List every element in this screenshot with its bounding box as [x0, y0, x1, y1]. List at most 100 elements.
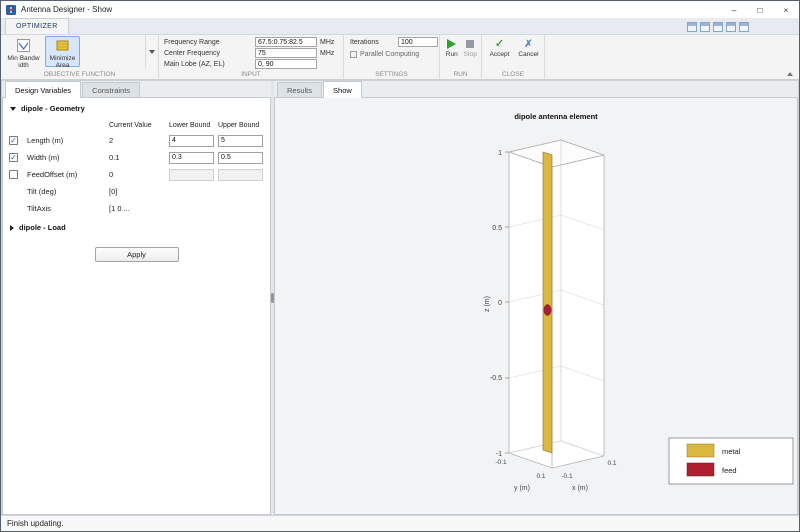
row-tilt: Tilt (deg) [0] [3, 183, 270, 200]
show-panel: Results Show dipole antenna element [274, 81, 798, 515]
close-section: ✓ Accept ✗ Cancel CLOSE [482, 35, 545, 79]
plot-title: dipole antenna element [514, 112, 598, 121]
tab-optimizer[interactable]: OPTIMIZER [5, 18, 69, 34]
legend-feed-swatch [687, 463, 714, 476]
min-bandwidth-icon [17, 39, 30, 54]
run-button[interactable]: Run [443, 37, 461, 67]
svg-text:-1: -1 [496, 451, 502, 458]
accept-button[interactable]: ✓ Accept [487, 37, 512, 67]
length-checkbox[interactable]: ✓ [9, 136, 18, 145]
input-section: Frequency Range MHz Center Frequency MHz… [159, 35, 344, 79]
tab-show[interactable]: Show [323, 81, 362, 98]
frequency-range-label: Frequency Range [164, 39, 252, 46]
length-name: Length (m) [27, 136, 105, 145]
run-icon [447, 39, 456, 49]
window-title: Antenna Designer - Show [21, 5, 112, 14]
parallel-computing-label: Parallel Computing [360, 51, 419, 58]
row-feedoffset: FeedOffset (m) 0 [3, 166, 270, 183]
tiltaxis-current: [1 0 ... [109, 204, 165, 213]
col-lower-bound: Lower Bound [169, 122, 214, 129]
chevron-down-icon [149, 50, 155, 54]
stop-button[interactable]: Stop [462, 37, 480, 67]
stop-icon [466, 40, 474, 48]
expand-section-icon [10, 225, 14, 231]
tab-constraints[interactable]: Constraints [82, 82, 140, 97]
minimize-window-button[interactable]: – [721, 1, 747, 18]
maximize-window-button[interactable]: □ [747, 1, 773, 18]
y-axis-label: y (m) [514, 485, 530, 492]
legend-metal-label: metal [722, 447, 741, 456]
load-section-header[interactable]: dipole - Load [3, 217, 270, 235]
tilt-name: Tilt (deg) [27, 187, 105, 196]
center-frequency-label: Center Frequency [164, 50, 252, 57]
objective-gallery-dropdown[interactable] [145, 35, 158, 68]
main-lobe-input[interactable] [255, 59, 317, 69]
design-variables-panel: Design Variables Constraints dipole - Ge… [2, 81, 271, 515]
collapse-section-icon [10, 107, 16, 111]
length-upper-input[interactable] [218, 135, 263, 147]
feedoffset-checkbox[interactable] [9, 170, 18, 179]
length-current: 2 [109, 136, 165, 145]
center-frequency-unit: MHz [320, 50, 340, 57]
iterations-label: Iterations [350, 39, 396, 46]
col-current-value: Current Value [109, 122, 165, 129]
plot-panel-content: dipole antenna element [274, 98, 798, 515]
width-checkbox[interactable]: ✓ [9, 153, 18, 162]
right-panel-tabbar: Results Show [274, 81, 798, 98]
z-axis-label: z (m) [484, 296, 491, 312]
geometry-section-header[interactable]: dipole - Geometry [3, 98, 270, 116]
svg-text:-0.1: -0.1 [561, 473, 573, 480]
x-axis-label: x (m) [572, 485, 588, 492]
frequency-range-input[interactable] [255, 37, 317, 47]
tab-results[interactable]: Results [277, 82, 322, 97]
cancel-x-icon: ✗ [524, 37, 532, 51]
statusbar: Finish updating. [1, 515, 799, 531]
apply-button[interactable]: Apply [95, 247, 179, 262]
feedoffset-upper-input [218, 169, 263, 181]
minimize-panel-icon[interactable] [726, 22, 736, 32]
col-upper-bound: Upper Bound [218, 122, 263, 129]
minimize-area-icon [56, 39, 69, 54]
help-icon[interactable] [739, 22, 749, 32]
feed-point [544, 305, 551, 316]
svg-text:0.1: 0.1 [536, 473, 545, 480]
window-layout-icon[interactable] [687, 22, 697, 32]
close-window-button[interactable]: × [773, 1, 799, 18]
width-current: 0.1 [109, 153, 165, 162]
feedoffset-lower-input [169, 169, 214, 181]
parallel-computing-checkbox[interactable] [350, 51, 357, 58]
width-upper-input[interactable] [218, 152, 263, 164]
iterations-input[interactable] [398, 37, 438, 47]
settings-section: Iterations Parallel Computing SETTINGS [344, 35, 440, 79]
tiltaxis-name: TiltAxis [27, 204, 105, 213]
row-length: ✓ Length (m) 2 [3, 132, 270, 149]
tilt-current: [0] [109, 187, 165, 196]
svg-text:0.5: 0.5 [492, 225, 502, 232]
bounds-header-row: Current Value Lower Bound Upper Bound [3, 118, 270, 132]
tab-design-variables[interactable]: Design Variables [5, 81, 81, 98]
cancel-button[interactable]: ✗ Cancel [516, 37, 541, 67]
svg-text:1: 1 [498, 150, 502, 157]
quick-access-toolbar [687, 22, 749, 34]
minimize-area-button[interactable]: Minimize Area [45, 36, 80, 67]
center-frequency-input[interactable] [255, 48, 317, 58]
frequency-range-unit: MHz [320, 39, 340, 46]
antenna-designer-window: Antenna Designer - Show – □ × OPTIMIZER [0, 0, 800, 532]
svg-text:0.1: 0.1 [607, 460, 616, 467]
ribbon-tabrow: OPTIMIZER [1, 19, 799, 35]
main-area: Design Variables Constraints dipole - Ge… [1, 80, 799, 515]
row-tiltaxis: TiltAxis [1 0 ... [3, 200, 270, 217]
app-icon [6, 5, 16, 15]
dipole-metal-strip [543, 152, 552, 453]
dock-icon[interactable] [700, 22, 710, 32]
float-icon[interactable] [713, 22, 723, 32]
length-lower-input[interactable] [169, 135, 214, 147]
collapse-toolstrip-icon[interactable] [787, 72, 793, 76]
run-section: Run Stop RUN [440, 35, 482, 79]
width-lower-input[interactable] [169, 152, 214, 164]
left-panel-tabbar: Design Variables Constraints [2, 81, 271, 98]
toolstrip: Min Bandwidth Minimize Area OBJECTIVE FU… [1, 35, 799, 80]
antenna-3d-view[interactable]: dipole antenna element [275, 98, 797, 515]
min-bandwidth-button[interactable]: Min Bandwidth [6, 36, 41, 67]
status-text: Finish updating. [7, 519, 63, 528]
